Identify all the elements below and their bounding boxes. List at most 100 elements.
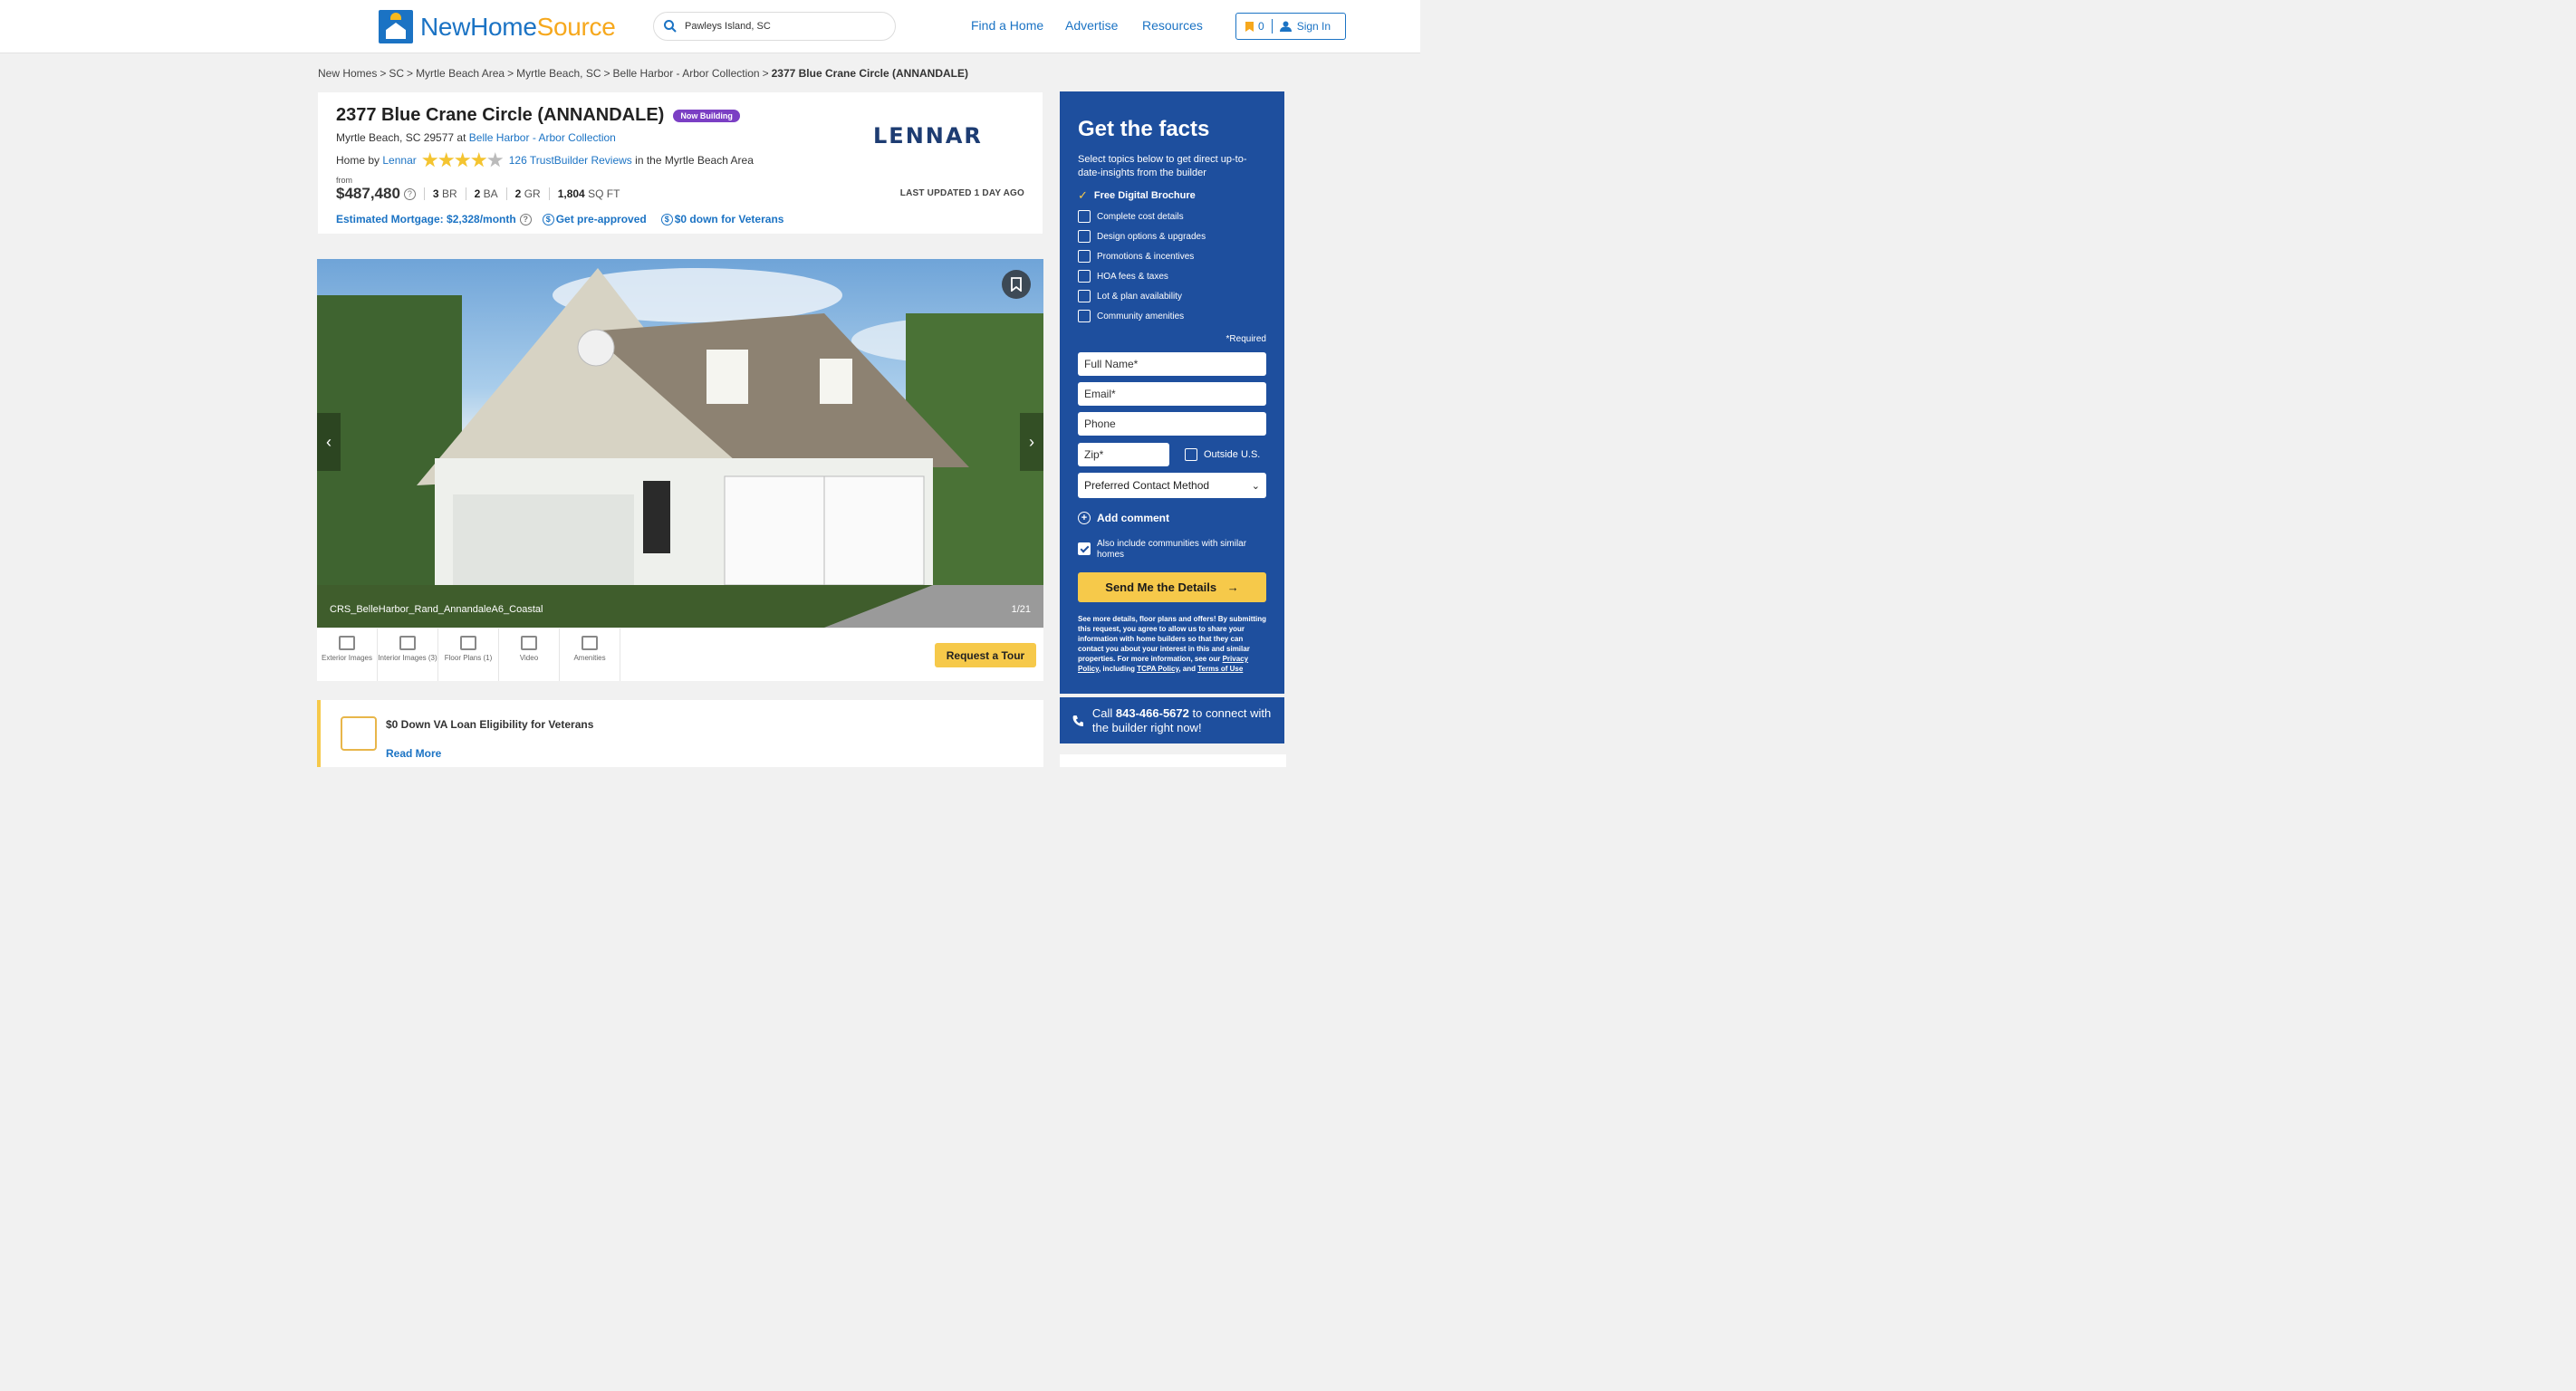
free-brochure-item: ✓ Free Digital Brochure	[1078, 188, 1196, 203]
tab-video[interactable]: Video	[499, 628, 560, 681]
call-builder-banner[interactable]: Call 843-466-5672 to connect with the bu…	[1060, 697, 1284, 743]
tab-interior-images[interactable]: Interior Images (3)	[378, 628, 438, 681]
nav-resources[interactable]: Resources	[1142, 18, 1203, 33]
garage-spec: 2 GR	[505, 187, 549, 200]
option-community-amenities[interactable]: Community amenities	[1078, 310, 1184, 322]
gallery-tabs: Exterior Images Interior Images (3) Floo…	[317, 628, 1043, 681]
breadcrumb-new-homes[interactable]: New Homes	[318, 67, 377, 80]
video-icon	[521, 636, 537, 650]
request-tour-button[interactable]: Request a Tour	[935, 643, 1036, 667]
photo-counter: 1/21	[1011, 604, 1031, 615]
outside-us-option[interactable]: Outside U.S.	[1185, 448, 1260, 461]
user-icon	[1279, 21, 1292, 32]
community-link[interactable]: Belle Harbor - Arbor Collection	[469, 131, 616, 144]
house-image	[317, 268, 1043, 628]
breadcrumb-current: 2377 Blue Crane Circle (ANNANDALE)	[771, 67, 968, 80]
help-icon[interactable]: ?	[403, 187, 416, 200]
tab-label: Amenities	[573, 654, 606, 662]
send-details-button[interactable]: Send Me the Details →	[1078, 572, 1266, 602]
builder-logo[interactable]: LENNAR	[873, 123, 983, 149]
star-icon	[422, 152, 438, 168]
plus-icon: +	[1078, 512, 1091, 524]
veterans-link[interactable]: $0 down for Veterans	[675, 213, 784, 225]
tab-exterior-images[interactable]: Exterior Images	[317, 628, 378, 681]
floorplan-icon	[460, 636, 476, 650]
email-field[interactable]	[1078, 382, 1266, 406]
outside-us-label: Outside U.S.	[1204, 449, 1261, 460]
terms-of-use-link[interactable]: Terms of Use	[1197, 665, 1243, 673]
breadcrumb-myrtle-beach-area[interactable]: Myrtle Beach Area	[416, 67, 505, 80]
similar-communities-label: Also include communities with similar ho…	[1097, 539, 1247, 560]
checkbox[interactable]	[1078, 250, 1091, 263]
nav-advertise[interactable]: Advertise	[1065, 18, 1118, 33]
option-label: Promotions & incentives	[1097, 251, 1195, 262]
save-home-button[interactable]	[1002, 270, 1031, 299]
call-text: Call 843-466-5672 to connect with the bu…	[1092, 706, 1284, 735]
sidebar-card	[1060, 754, 1286, 767]
nav-find-a-home[interactable]: Find a Home	[971, 18, 1043, 33]
breadcrumb-sc[interactable]: SC	[389, 67, 404, 80]
contact-method-value: Preferred Contact Method	[1084, 479, 1210, 492]
tab-amenities[interactable]: Amenities	[560, 628, 620, 681]
site-header: NewHomeSource Find a Home Advertise Reso…	[0, 0, 1420, 53]
similar-communities-option[interactable]: Also include communities with similar ho…	[1078, 539, 1266, 561]
reviews-link[interactable]: 126 TrustBuilder Reviews	[509, 154, 632, 167]
phone-field[interactable]	[1078, 412, 1266, 436]
search-input[interactable]	[685, 21, 884, 32]
form-heading: Get the facts	[1078, 117, 1210, 141]
option-hoa-fees[interactable]: HOA fees & taxes	[1078, 270, 1168, 283]
tab-label: Exterior Images	[321, 654, 373, 662]
checkbox[interactable]	[1078, 310, 1091, 322]
breadcrumb: New Homes > SC > Myrtle Beach Area > Myrtle Be…	[318, 67, 968, 80]
address: Myrtle Beach, SC 29577	[336, 131, 455, 144]
tab-floor-plans[interactable]: Floor Plans (1)	[438, 628, 499, 681]
preapproved-link[interactable]: Get pre-approved	[556, 213, 647, 225]
site-logo[interactable]: NewHomeSource	[379, 10, 616, 43]
checkbox[interactable]	[1185, 448, 1197, 461]
checkbox[interactable]	[1078, 230, 1091, 243]
option-label: Complete cost details	[1097, 211, 1184, 222]
address-at: at	[457, 131, 466, 144]
next-photo-button[interactable]: ›	[1020, 413, 1043, 471]
contact-method-select[interactable]: Preferred Contact Method ⌄	[1078, 473, 1266, 498]
full-name-field[interactable]	[1078, 352, 1266, 376]
checkbox[interactable]	[1078, 270, 1091, 283]
breadcrumb-community[interactable]: Belle Harbor - Arbor Collection	[613, 67, 760, 80]
chair-icon	[399, 636, 416, 650]
breadcrumb-myrtle-beach[interactable]: Myrtle Beach, SC	[516, 67, 601, 80]
add-comment-button[interactable]: + Add comment	[1078, 512, 1169, 524]
mortgage-link[interactable]: Estimated Mortgage: $2,328/month	[336, 213, 516, 225]
sign-in-button[interactable]: Sign In	[1273, 20, 1331, 33]
phone-icon	[1072, 715, 1083, 726]
option-promotions[interactable]: Promotions & incentives	[1078, 250, 1194, 263]
option-lot-availability[interactable]: Lot & plan availability	[1078, 290, 1182, 302]
call-prefix: Call	[1091, 705, 1113, 720]
option-design-options[interactable]: Design options & upgrades	[1078, 230, 1206, 243]
phone-number[interactable]: 843-466-5672	[1116, 706, 1189, 720]
checkbox-checked[interactable]	[1078, 542, 1091, 555]
tcpa-policy-link[interactable]: TCPA Policy	[1137, 665, 1178, 673]
last-updated: LAST UPDATED 1 DAY AGO	[900, 188, 1024, 198]
dollar-icon: $	[542, 213, 554, 225]
read-more-link[interactable]: Read More	[386, 747, 441, 760]
previous-photo-button[interactable]: ‹	[317, 413, 341, 471]
checkbox[interactable]	[1078, 290, 1091, 302]
search-bar[interactable]	[653, 12, 896, 41]
mortgage-help-icon[interactable]: ?	[519, 213, 532, 225]
option-label: Design options & upgrades	[1097, 231, 1206, 242]
checkbox[interactable]	[1078, 210, 1091, 223]
home-photo[interactable]: ‹ › CRS_BelleHarbor_Rand_AnnandaleA6_Coa…	[317, 259, 1043, 628]
dollar-icon: $	[660, 213, 673, 225]
beds-spec: 3 BR	[423, 187, 466, 200]
star-icon	[438, 152, 455, 168]
sqft-spec: 1,804 SQ FT	[548, 187, 629, 200]
zip-field[interactable]	[1078, 443, 1169, 466]
option-cost-details[interactable]: Complete cost details	[1078, 210, 1184, 223]
beds-value: 3	[432, 187, 439, 200]
builder-link[interactable]: Lennar	[382, 154, 416, 167]
status-badge: Now Building	[673, 109, 740, 122]
legal-and: , and	[1178, 665, 1196, 673]
bookmark-icon	[1245, 21, 1254, 32]
saved-homes-button[interactable]: 0	[1236, 19, 1273, 34]
tab-label: Interior Images (3)	[378, 654, 437, 662]
